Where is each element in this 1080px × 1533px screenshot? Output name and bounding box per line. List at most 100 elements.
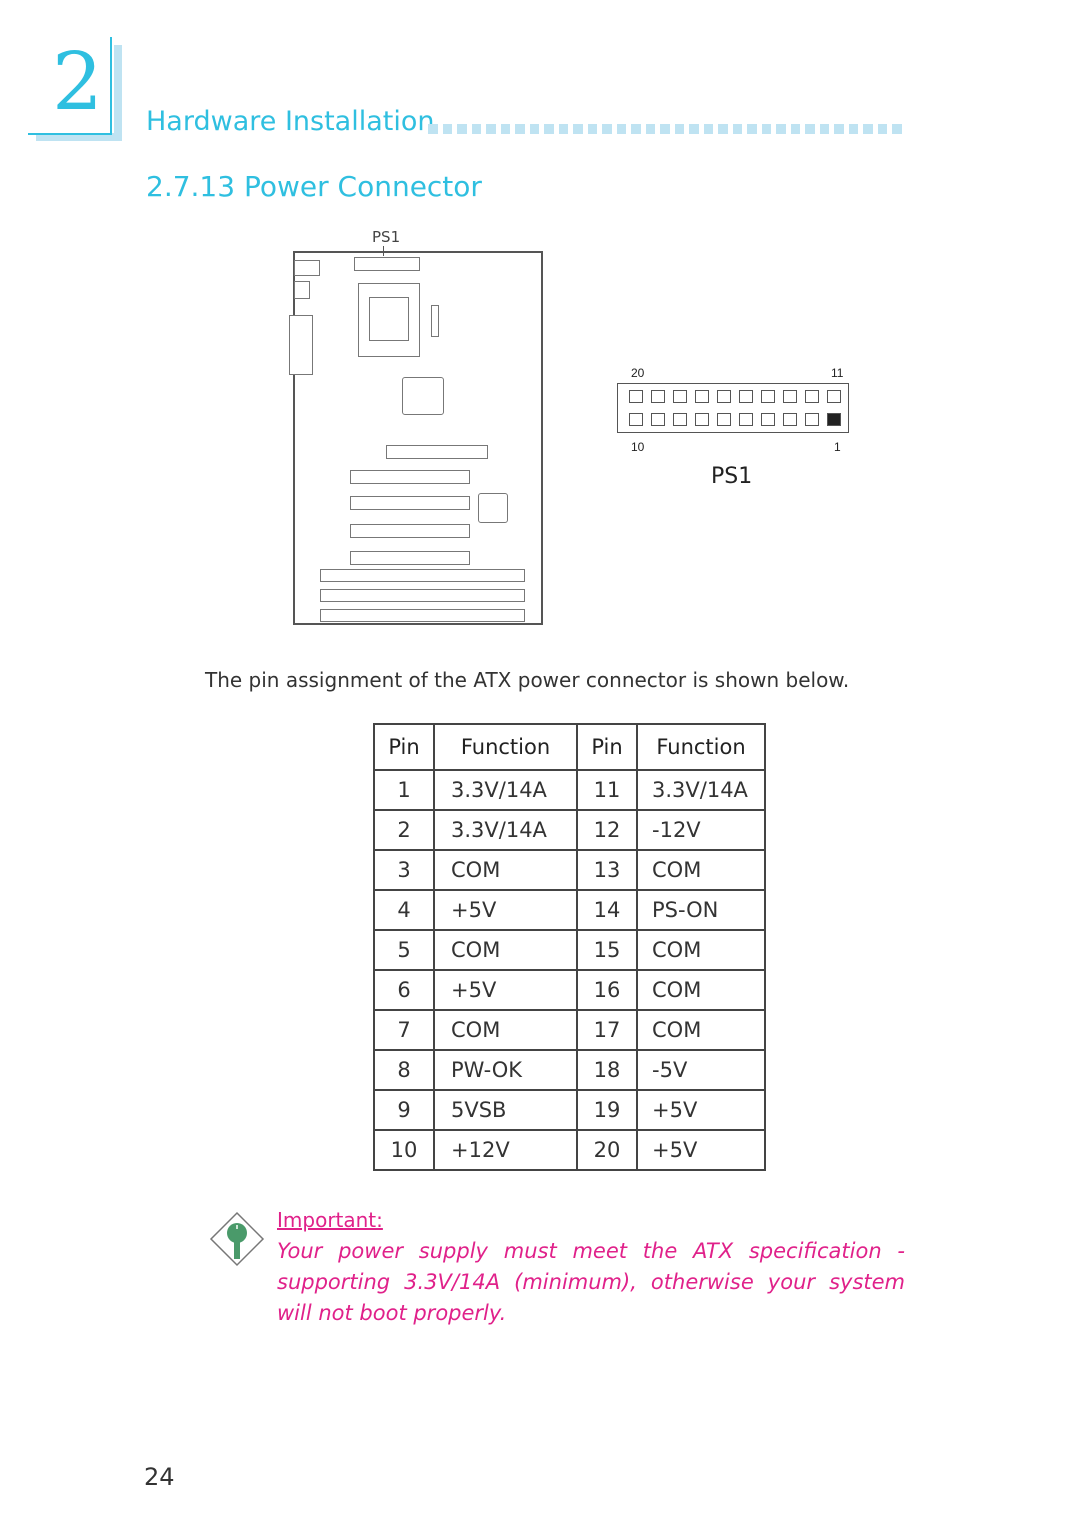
title-dot (500, 124, 510, 134)
function-cell: PW-OK (433, 1049, 578, 1091)
pci-slot (350, 551, 470, 565)
pin-cell: 5 (373, 929, 435, 971)
function-cell: 3.3V/14A (433, 769, 578, 811)
connector-pin-10 (629, 413, 643, 426)
connector-pin-12 (805, 390, 819, 403)
connector-pin-20 (629, 390, 643, 403)
pci-slot (350, 524, 470, 538)
key-icon (209, 1211, 265, 1267)
title-dot (442, 124, 452, 134)
title-dot (544, 124, 554, 134)
title-dot (863, 124, 873, 134)
table-row: 4 +5V 14 PS-ON (373, 889, 766, 931)
pin-label-1: 1 (834, 440, 841, 454)
function-cell: +12V (433, 1129, 578, 1171)
pci-slot (350, 470, 470, 484)
pin-cell: 6 (373, 969, 435, 1011)
title-dot (457, 124, 467, 134)
function-cell: -5V (636, 1049, 766, 1091)
connector-pin-17 (695, 390, 709, 403)
connector-pin-4 (761, 413, 775, 426)
io-port (294, 281, 310, 299)
function-cell: 3.3V/14A (636, 769, 766, 811)
function-cell: 3.3V/14A (433, 809, 578, 851)
cpu-socket-core (369, 297, 409, 341)
column-header: Pin (576, 723, 638, 771)
column-header: Function (636, 723, 766, 771)
function-cell: 5VSB (433, 1089, 578, 1131)
title-dot (674, 124, 684, 134)
table-row: 5 COM 15 COM (373, 929, 766, 971)
table-row: 10 +12V 20 +5V (373, 1129, 766, 1171)
title-dot (747, 124, 757, 134)
chapter-mark-shadow (114, 45, 122, 141)
function-cell: PS-ON (636, 889, 766, 931)
connector-pin-15 (739, 390, 753, 403)
pin-cell: 14 (576, 889, 638, 931)
title-dot (848, 124, 858, 134)
connector-pin-5 (739, 413, 753, 426)
pin-cell: 11 (576, 769, 638, 811)
connector-pin-2 (805, 413, 819, 426)
title-dot (805, 124, 815, 134)
title-dot (515, 124, 525, 134)
connector-label: PS1 (711, 464, 753, 489)
pin-cell: 12 (576, 809, 638, 851)
table-row: 6 +5V 16 COM (373, 969, 766, 1011)
table-row: 8 PW-OK 18 -5V (373, 1049, 766, 1091)
function-cell: COM (433, 929, 578, 971)
isa-slot (320, 569, 525, 582)
pin-cell: 10 (373, 1129, 435, 1171)
pin-cell: 4 (373, 889, 435, 931)
function-cell: COM (636, 969, 766, 1011)
pin-label-11: 11 (831, 366, 844, 380)
isa-slot (320, 589, 525, 602)
function-cell: COM (433, 849, 578, 891)
pin-cell: 18 (576, 1049, 638, 1091)
title-dot (892, 124, 902, 134)
chapter-title: Hardware Installation (146, 106, 435, 137)
title-dot (834, 124, 844, 134)
title-dot (587, 124, 597, 134)
table-row: 9 5VSB 19 +5V (373, 1089, 766, 1131)
function-cell: COM (636, 929, 766, 971)
chapter-mark-line (28, 133, 112, 135)
title-dot (645, 124, 655, 134)
pin-cell: 19 (576, 1089, 638, 1131)
pin-label-20: 20 (631, 366, 645, 380)
connector-pin-1 (827, 413, 841, 426)
serial-port (289, 315, 313, 375)
table-header-row: Pin Function Pin Function (373, 723, 766, 771)
connector-pin-18 (673, 390, 687, 403)
pin-cell: 16 (576, 969, 638, 1011)
socket-lever (431, 305, 439, 337)
table-row: 2 3.3V/14A 12 -12V (373, 809, 766, 851)
chipset (402, 377, 444, 415)
pin-cell: 20 (576, 1129, 638, 1171)
connector-pin-14 (761, 390, 775, 403)
function-cell: COM (433, 1009, 578, 1051)
agp-slot (386, 445, 488, 459)
note-heading: Important: (277, 1208, 383, 1232)
connector-pin-11 (827, 390, 841, 403)
connector-pin-3 (783, 413, 797, 426)
function-cell: +5V (433, 889, 578, 931)
pin-cell: 17 (576, 1009, 638, 1051)
title-dot (819, 124, 829, 134)
function-cell: +5V (636, 1089, 766, 1131)
column-header: Pin (373, 723, 435, 771)
pin-cell: 15 (576, 929, 638, 971)
pci-slot (350, 496, 470, 510)
pin-cell: 8 (373, 1049, 435, 1091)
title-dot (877, 124, 887, 134)
title-dot (602, 124, 612, 134)
title-dot (732, 124, 742, 134)
section-title: 2.7.13 Power Connector (146, 170, 482, 203)
page-number: 24 (144, 1463, 175, 1491)
title-dot (558, 124, 568, 134)
chapter-mark-line (110, 37, 112, 135)
pin-cell: 3 (373, 849, 435, 891)
title-dot (573, 124, 583, 134)
function-cell: +5V (433, 969, 578, 1011)
pin-cell: 1 (373, 769, 435, 811)
